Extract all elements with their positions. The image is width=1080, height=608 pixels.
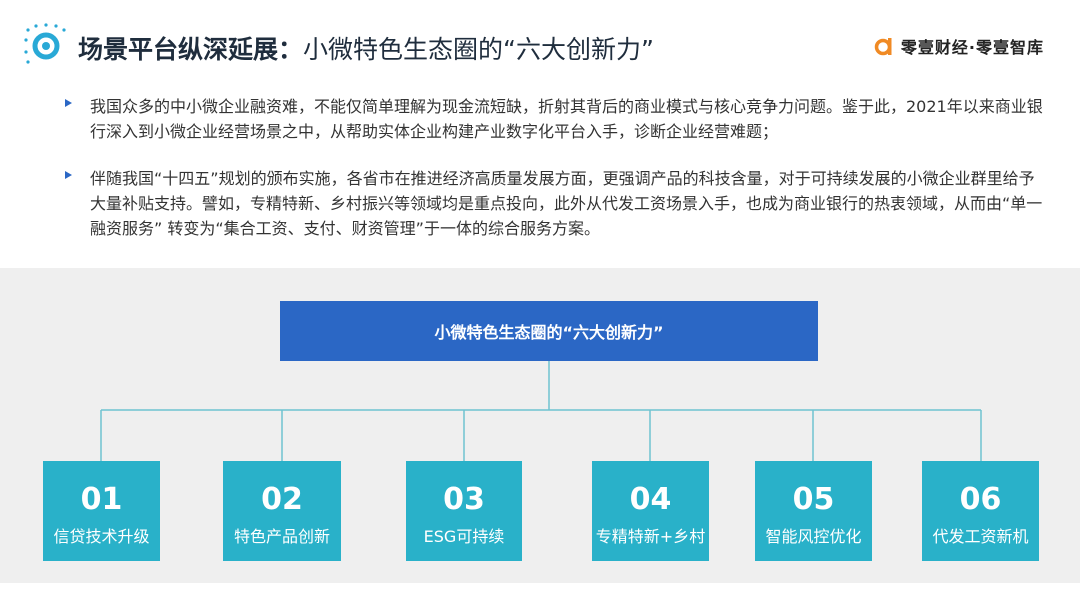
header: 场景平台纵深延展：小微特色生态圈的“六大创新力” 零壹财经·零壹智库 <box>0 0 1080 90</box>
node-2: 02 特色产品创新 <box>223 461 341 561</box>
page-title-rest: 小微特色生态圈的“六大创新力” <box>303 35 654 64</box>
node-number: 02 <box>261 482 303 517</box>
node-number: 05 <box>792 482 835 517</box>
node-label: 代发工资新机 <box>932 527 1029 546</box>
node-3: 03 ESG可持续 <box>406 461 522 561</box>
ring-dot-icon <box>24 23 66 64</box>
chevron-right-icon <box>65 99 72 107</box>
brand: 零壹财经·零壹智库 <box>873 34 1044 58</box>
node-number: 04 <box>629 482 672 517</box>
node-number: 06 <box>959 482 1002 517</box>
page-title-bold: 场景平台纵深延展： <box>78 35 304 64</box>
node-6: 06 代发工资新机 <box>922 461 1039 561</box>
bullet-list: 我国众多的中小微企业融资难，不能仅简单理解为现金流短缺，折射其背后的商业模式与核… <box>64 94 1044 259</box>
bullet-text: 我国众多的中小微企业融资难，不能仅简单理解为现金流短缺，折射其背后的商业模式与核… <box>90 97 1043 141</box>
node-1: 01 信贷技术升级 <box>43 461 160 561</box>
node-label: 智能风控优化 <box>765 527 862 546</box>
node-label: ESG可持续 <box>423 527 505 546</box>
node-5: 05 智能风控优化 <box>755 461 872 561</box>
bullet-text: 伴随我国“十四五”规划的颁布实施，各省市在推进经济高质量发展方面，更强调产品的科… <box>90 169 1043 238</box>
brand-text: 零壹财经·零壹智库 <box>900 38 1044 57</box>
root-node: 小微特色生态圈的“六大创新力” <box>280 301 818 361</box>
node-label: 特色产品创新 <box>233 527 330 546</box>
chevron-right-icon <box>65 171 72 179</box>
node-number: 03 <box>443 482 485 517</box>
diagram-area: 小微特色生态圈的“六大创新力” 01 信贷技术升级 02 特色产品创新 03 E… <box>0 268 1080 583</box>
node-number: 01 <box>80 482 123 517</box>
node-label: 专精特新+乡村 <box>595 527 706 546</box>
brand-a-logo <box>874 38 892 56</box>
list-item: 我国众多的中小微企业融资难，不能仅简单理解为现金流短缺，折射其背后的商业模式与核… <box>64 94 1044 144</box>
node-4: 04 专精特新+乡村 <box>592 461 709 561</box>
page-title: 场景平台纵深延展：小微特色生态圈的“六大创新力” <box>78 30 654 66</box>
node-label: 信贷技术升级 <box>53 527 150 546</box>
list-item: 伴随我国“十四五”规划的颁布实施，各省市在推进经济高质量发展方面，更强调产品的科… <box>64 166 1044 241</box>
